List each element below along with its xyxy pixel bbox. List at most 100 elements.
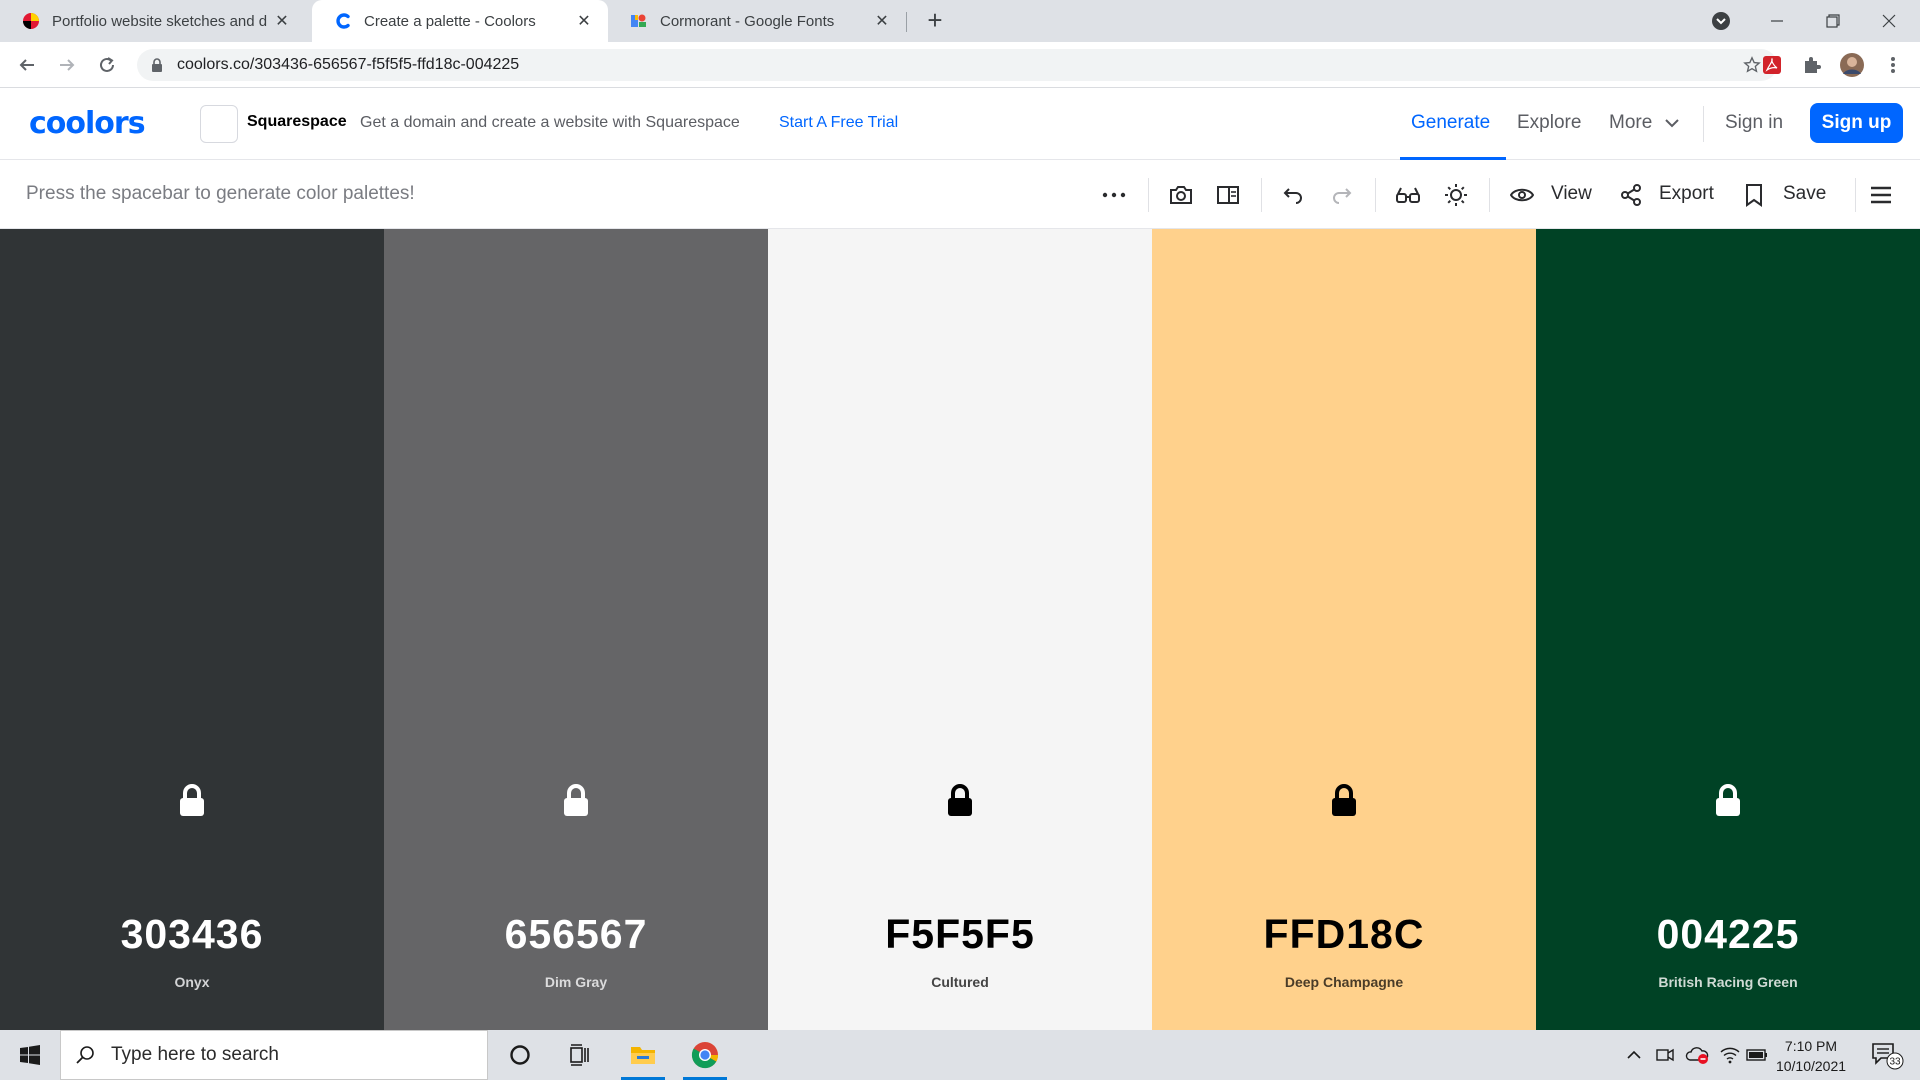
color-hex[interactable]: F5F5F5 [768,911,1152,958]
chrome-taskbar-button[interactable] [679,1030,731,1080]
browser-tab-strip: Portfolio website sketches and d ✕ Creat… [0,0,1920,42]
lock-icon[interactable] [1329,784,1359,818]
lock-icon[interactable] [1713,784,1743,818]
color-swatch[interactable]: 004225 British Racing Green [1536,229,1920,1030]
kebab-menu-icon [1891,57,1895,73]
chrome-menu-button[interactable] [1880,52,1906,78]
color-hex[interactable]: 656567 [384,911,768,958]
squarespace-ad-image[interactable] [200,105,238,143]
browser-toolbar: coolors.co/303436-656567-f5f5f5-ffd18c-0… [0,42,1920,88]
url-text: coolors.co/303436-656567-f5f5f5-ffd18c-0… [177,56,520,73]
hamburger-icon [1871,186,1891,204]
export-button[interactable]: Export [1659,183,1714,205]
color-blindness-button[interactable] [1393,180,1423,210]
task-view-button[interactable] [554,1030,606,1080]
header-divider [1703,106,1704,142]
extensions-button[interactable] [1799,52,1825,78]
new-tab-button[interactable]: + [920,6,950,36]
color-hex[interactable]: FFD18C [1152,911,1536,958]
color-swatch[interactable]: 656567 Dim Gray [384,229,768,1030]
chrome-icon [691,1041,719,1069]
restore-button[interactable] [1810,0,1856,42]
lock-icon[interactable] [945,784,975,818]
coolors-logo[interactable]: coolors [29,106,146,141]
start-button[interactable] [0,1030,60,1080]
reload-button[interactable] [92,50,122,80]
folder-icon [631,1047,655,1064]
undo-icon [1283,188,1302,204]
tab-title: Create a palette - Coolors [364,12,536,30]
close-icon[interactable]: ✕ [272,11,292,31]
lock-icon[interactable] [177,784,207,818]
menu-button[interactable] [1866,180,1896,210]
toolbar-hint: Press the spacebar to generate color pal… [26,183,415,204]
tab-google-fonts[interactable]: Cormorant - Google Fonts ✕ [608,0,906,42]
pdf-extension-button[interactable] [1759,52,1785,78]
color-name: British Racing Green [1658,974,1798,990]
tab-search-button[interactable] [1698,0,1744,42]
export-image-button[interactable] [1166,180,1196,210]
nav-more[interactable]: More [1609,112,1680,134]
color-swatch[interactable]: FFD18C Deep Champagne [1152,229,1536,1030]
color-hex[interactable]: 303436 [0,911,384,958]
windows-logo-icon [20,1045,40,1065]
clock-time: 7:10 PM [1784,1038,1838,1054]
undo-button[interactable] [1278,180,1308,210]
toggle-panel-button[interactable] [1213,180,1243,210]
redo-icon [1333,188,1352,204]
profile-button[interactable] [1839,52,1865,78]
show-hidden-icons-button[interactable] [1622,1030,1646,1080]
color-hex[interactable]: 004225 [1536,911,1920,958]
adjust-palette-button[interactable] [1441,180,1471,210]
close-icon[interactable]: ✕ [574,11,594,31]
file-explorer-button[interactable] [617,1030,669,1080]
nav-more-label: More [1609,112,1653,133]
view-icon-button[interactable] [1507,180,1537,210]
lock-icon[interactable] [561,784,591,818]
minimize-icon [1771,20,1783,22]
notification-icon: 33 [1872,1043,1904,1070]
save-button[interactable]: Save [1783,183,1826,205]
taskbar-search[interactable]: Type here to search [60,1030,488,1080]
ad-brand: Squarespace [247,113,347,130]
arrow-right-icon [60,59,75,71]
tab-title: Cormorant - Google Fonts [660,12,835,30]
camera-icon [1170,186,1192,204]
forward-button[interactable] [52,50,82,80]
nav-explore[interactable]: Explore [1517,112,1581,134]
color-name: Onyx [174,974,210,990]
chevron-down-icon [1712,12,1730,30]
eye-icon [1510,188,1534,202]
sidebar-panel-icon [1217,186,1239,204]
onedrive-button[interactable] [1682,1030,1712,1080]
back-button[interactable] [12,50,42,80]
export-icon-button[interactable] [1616,180,1646,210]
signup-button[interactable]: Sign up [1810,103,1903,143]
restore-icon [1826,14,1840,28]
close-icon[interactable]: ✕ [872,11,892,31]
view-button[interactable]: View [1551,183,1592,205]
acrobat-icon [1763,56,1781,74]
wifi-icon [1720,1047,1740,1064]
redo-button[interactable] [1327,180,1357,210]
more-options-button[interactable] [1099,180,1129,210]
ad-cta-link[interactable]: Start A Free Trial [779,114,898,132]
color-swatch[interactable]: F5F5F5 Cultured [768,229,1152,1030]
color-swatch[interactable]: 303436 Onyx [0,229,384,1030]
nav-generate[interactable]: Generate [1411,112,1490,134]
action-center-button[interactable]: 33 [1866,1030,1910,1080]
meet-now-button[interactable] [1652,1030,1678,1080]
chevron-down-icon [1664,119,1679,128]
palette-toolbar: Press the spacebar to generate color pal… [0,160,1920,229]
minimize-button[interactable] [1754,0,1800,42]
tab-coolors[interactable]: Create a palette - Coolors ✕ [312,0,608,42]
nav-signin[interactable]: Sign in [1725,112,1783,134]
taskbar-clock[interactable]: 7:10 PM 10/10/2021 [1766,1036,1856,1076]
video-camera-icon [1656,1048,1674,1062]
tab-portfolio[interactable]: Portfolio website sketches and d ✕ [0,0,306,42]
address-bar[interactable]: coolors.co/303436-656567-f5f5f5-ffd18c-0… [137,49,1777,81]
save-icon-button[interactable] [1739,180,1769,210]
close-window-button[interactable] [1866,0,1912,42]
wifi-button[interactable] [1716,1030,1744,1080]
cortana-button[interactable] [494,1030,546,1080]
